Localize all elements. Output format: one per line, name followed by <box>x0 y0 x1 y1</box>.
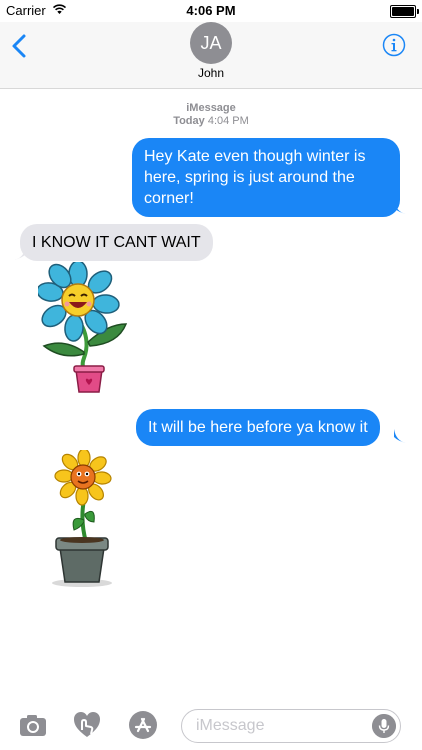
outgoing-message[interactable]: It will be here before ya know it <box>136 409 380 446</box>
blue-flower-sticker[interactable] <box>38 262 132 398</box>
digital-touch-icon[interactable] <box>72 710 102 740</box>
battery-icon <box>390 5 419 18</box>
timestamp-day: Today <box>173 115 205 127</box>
service-label: iMessage <box>186 102 236 114</box>
contact-name[interactable]: John <box>0 66 422 80</box>
message-composer <box>0 700 422 750</box>
conversation-header: JA John <box>0 22 422 89</box>
bubble-tail <box>394 200 406 214</box>
back-button[interactable] <box>8 32 32 60</box>
bubble-tail <box>14 246 26 260</box>
status-bar: Carrier 4:06 PM <box>0 0 422 22</box>
timestamp-time: 4:04 PM <box>207 115 249 127</box>
status-time: 4:06 PM <box>186 3 236 18</box>
outgoing-message[interactable]: Hey Kate even though winter is here, spr… <box>132 138 400 217</box>
microphone-icon[interactable] <box>372 714 396 738</box>
message-timestamp: Today 4:04 PM <box>0 115 422 127</box>
camera-icon[interactable] <box>18 710 48 740</box>
yellow-flower-sticker[interactable] <box>48 450 118 590</box>
bubble-tail <box>394 429 406 443</box>
message-input[interactable] <box>194 716 368 736</box>
app-store-icon[interactable] <box>128 710 158 740</box>
contact-avatar[interactable]: JA <box>190 22 232 64</box>
message-field[interactable] <box>181 709 401 743</box>
incoming-message[interactable]: I KNOW IT CANT WAIT <box>20 224 213 261</box>
info-button[interactable] <box>382 33 406 57</box>
